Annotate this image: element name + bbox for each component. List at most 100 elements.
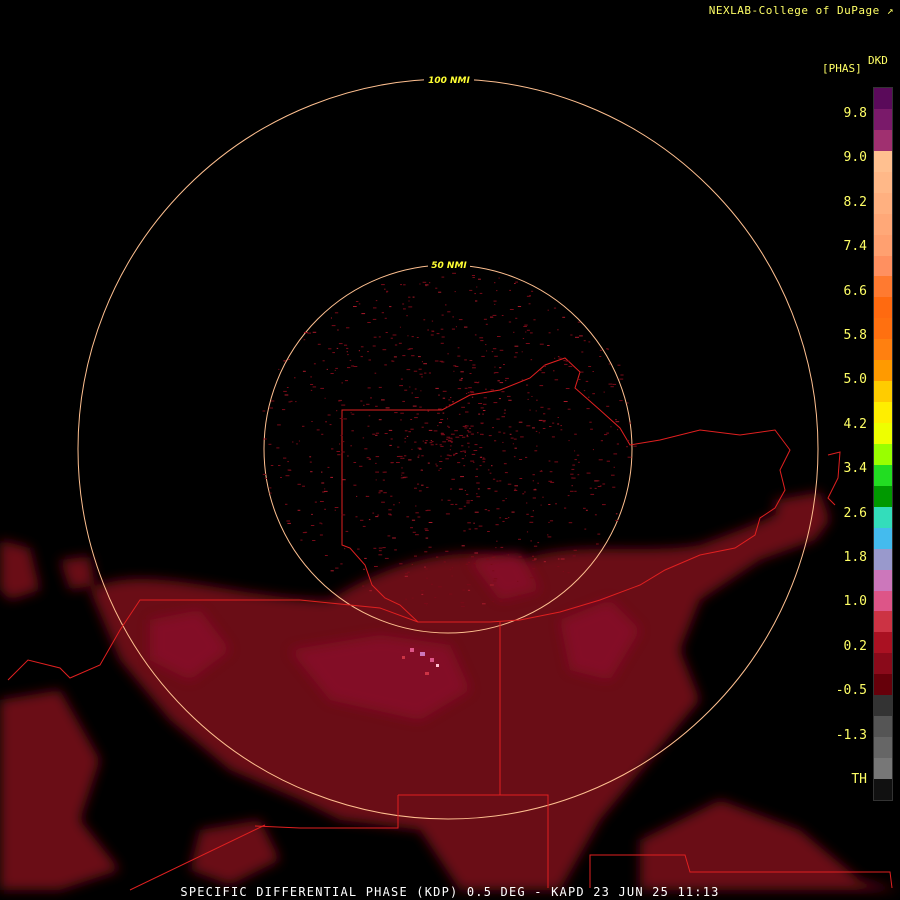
clutter-speck [408,296,411,298]
clutter-speck [478,403,483,404]
clutter-speck [351,365,355,367]
clutter-speck [535,410,537,412]
clutter-speck [508,517,510,519]
clutter-speck [533,545,538,547]
legend-tick-label: 5.0 [843,372,867,388]
clutter-speck [513,438,517,440]
clutter-speck [264,477,268,479]
clutter-speck [514,447,517,449]
clutter-speck [564,363,568,365]
clutter-speck [428,372,431,374]
clutter-speck [356,495,358,497]
clutter-speck [543,561,546,563]
clutter-speck [412,531,416,533]
clutter-speck [474,381,477,383]
legend-swatch [874,632,892,654]
legend-swatch [874,360,892,382]
clutter-speck [287,522,291,524]
legend-swatch [874,716,892,738]
legend-swatch [874,339,892,361]
color-legend-bar [873,87,893,801]
clutter-speck [307,332,311,334]
legend-swatch [874,485,892,507]
clutter-speck [586,472,591,474]
clutter-speck [407,335,409,337]
clutter-speck [453,370,455,372]
clutter-speck [465,563,469,565]
clutter-speck [390,438,393,440]
clutter-speck [490,564,493,565]
radar-map[interactable]: 100 NMI 50 NMI [0,0,900,900]
nexlab-credit[interactable]: NEXLAB-College of DuPage ↗ [709,4,894,17]
legend-swatch [874,674,892,696]
clutter-speck [495,547,497,549]
clutter-speck [310,471,313,473]
clutter-speck [524,324,528,326]
clutter-speck [499,367,502,369]
clutter-speck [538,419,543,421]
clutter-speck [526,513,529,515]
clutter-speck [340,563,343,565]
clutter-speck [405,598,408,600]
clutter-speck [592,393,595,395]
clutter-speck [268,443,272,445]
clutter-speck [514,345,519,347]
legend-swatch [874,611,892,633]
clutter-speck [374,566,378,567]
clutter-speck [450,441,453,443]
clutter-speck [454,291,456,293]
clutter-speck [418,490,422,492]
clutter-speck [597,480,600,482]
clutter-speck [385,332,388,333]
clutter-speck [487,469,490,471]
clutter-speck [410,419,413,420]
clutter-speck [413,370,418,372]
clutter-speck [529,295,531,296]
clutter-speck [468,528,472,530]
clutter-speck [384,433,388,434]
legend-tick-label: 4.2 [843,416,867,432]
clutter-speck [547,309,549,311]
legend-tick-label: 2.6 [843,505,867,521]
clutter-speck [615,421,620,423]
clutter-speck [519,459,523,460]
clutter-speck [369,590,372,592]
clutter-speck [522,493,525,495]
clutter-speck [343,441,345,443]
clutter-speck [424,603,428,605]
clutter-speck [543,365,545,367]
clutter-speck [531,290,534,292]
clutter-speck [526,329,530,331]
legend-tick-label: 6.6 [843,283,867,299]
clutter-speck [324,397,326,399]
clutter-speck [367,425,370,427]
clutter-speck [417,483,420,485]
clutter-speck [409,386,411,388]
clutter-speck [373,336,377,338]
clutter-speck [335,367,338,369]
clutter-speck [366,403,370,405]
clutter-speck [487,531,490,532]
clutter-speck [491,465,493,467]
clutter-speck [482,413,484,415]
legend-tick-label: 7.4 [843,239,867,255]
clutter-speck [530,540,532,542]
clutter-speck [620,374,624,376]
clutter-speck [405,573,408,575]
clutter-speck [518,594,522,596]
clutter-speck [446,438,449,440]
clutter-speck [504,409,506,411]
clutter-speck [445,550,449,552]
clutter-speck [530,332,533,334]
clutter-speck [460,451,463,453]
clutter-speck [426,577,428,579]
clutter-speck [388,509,392,511]
clutter-speck [548,332,551,334]
clutter-speck [467,442,470,444]
clutter-speck [491,556,496,558]
clutter-speck [392,334,397,336]
external-link-icon[interactable]: ↗ [887,4,894,17]
clutter-speck [337,454,341,456]
clutter-speck [486,350,488,352]
clutter-speck [473,450,478,451]
